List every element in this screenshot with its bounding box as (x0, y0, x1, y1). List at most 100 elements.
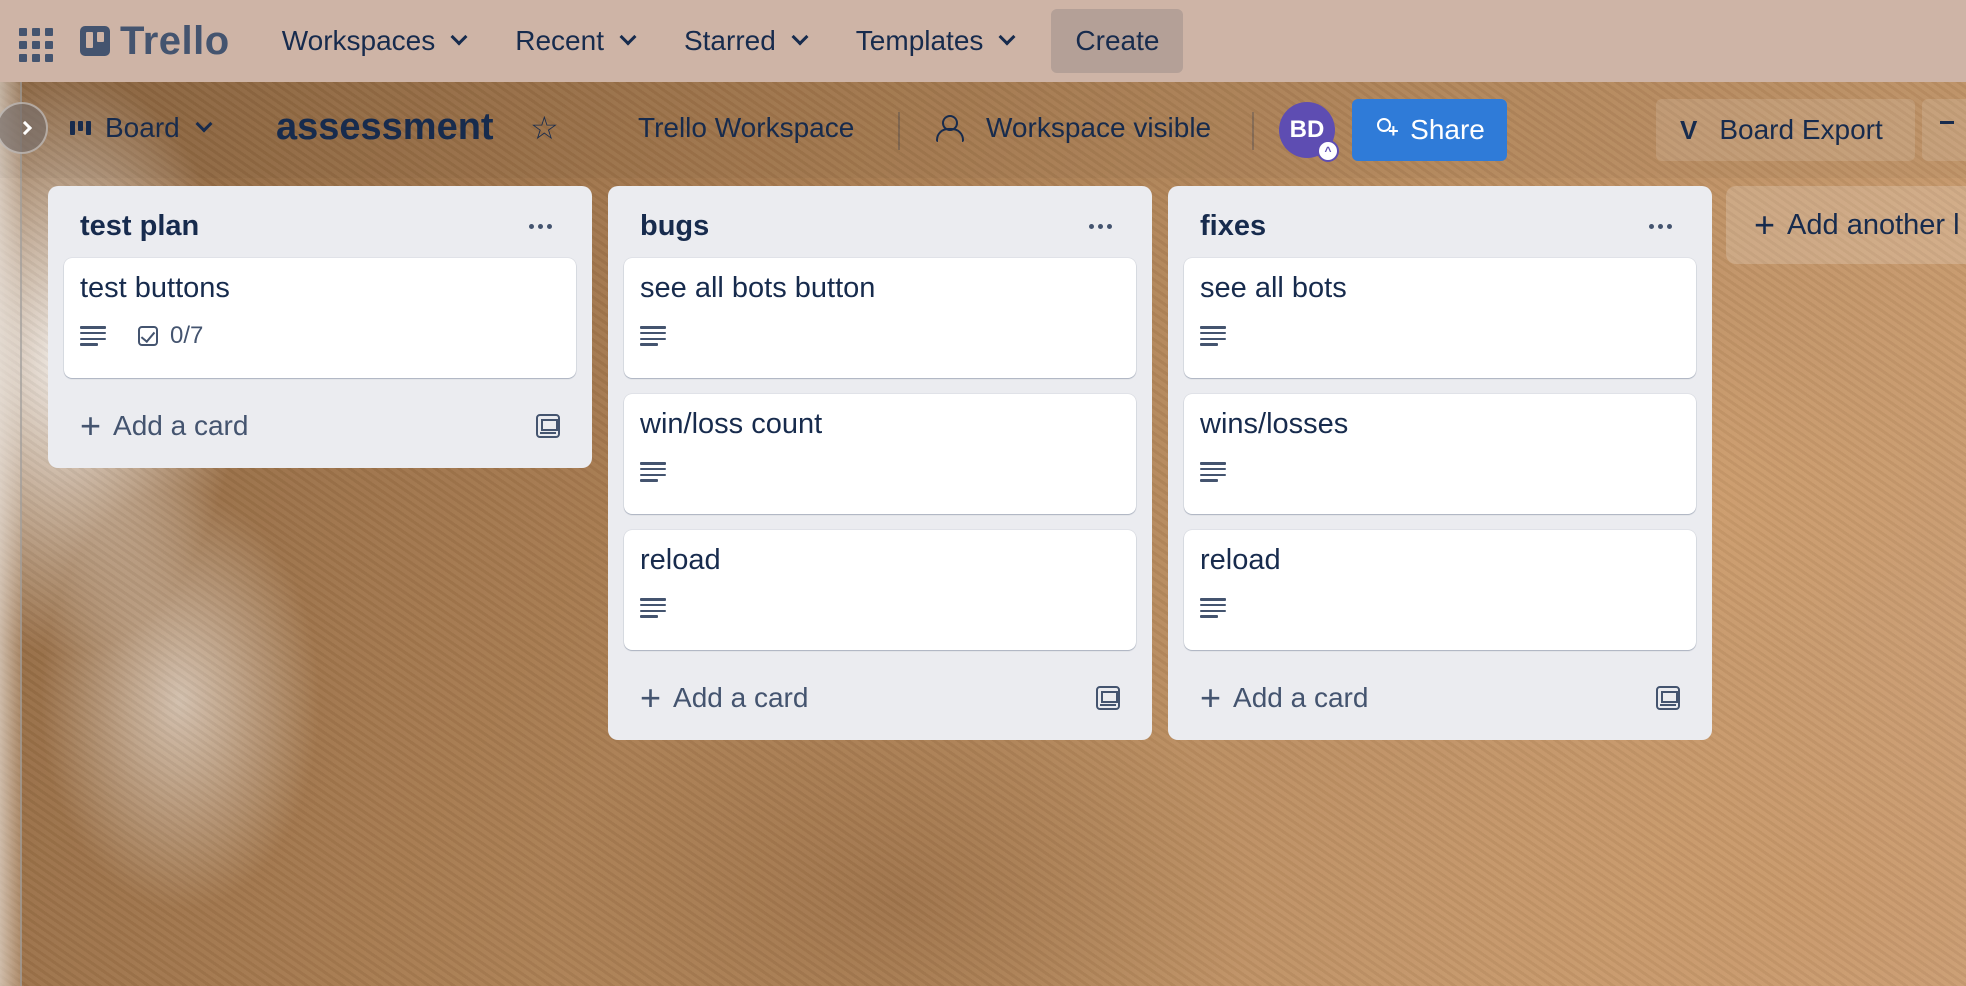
card-title: see all bots button (640, 272, 876, 304)
workspace-name-button[interactable]: Trello Workspace (638, 112, 854, 144)
nav-templates[interactable]: Templates (840, 9, 1030, 73)
board-header: Board assessment ☆ Trello Workspace Work… (0, 82, 1966, 178)
chevron-down-icon (998, 28, 1016, 46)
share-label: Share (1410, 114, 1485, 145)
board-export-button[interactable]: V Board Export (1656, 99, 1915, 161)
expand-sidebar-button[interactable] (0, 102, 48, 154)
nav-starred[interactable]: Starred (668, 9, 822, 73)
checklist-count: 0/7 (170, 322, 204, 349)
checklist-icon (138, 326, 158, 346)
list-fixes: fixes see all bots wins/losses reload + … (1168, 186, 1712, 740)
share-button[interactable]: Share (1352, 99, 1507, 161)
chevron-right-icon (17, 120, 33, 136)
divider (1252, 112, 1254, 150)
logo-text: Trello (120, 18, 230, 63)
add-card-label: Add a card (1233, 682, 1369, 713)
board-view-switcher[interactable]: Board (70, 102, 213, 154)
nav-starred-label: Starred (683, 25, 776, 56)
share-person-add-icon (1374, 118, 1399, 142)
add-card-row: + Add a card (624, 666, 1136, 730)
more-dots-icon[interactable] (529, 223, 560, 229)
trello-logo[interactable]: Trello (80, 19, 230, 64)
card[interactable]: wins/losses (1184, 394, 1696, 514)
avatar-initials: BD (1289, 116, 1325, 143)
list-title[interactable]: bugs (640, 210, 709, 243)
card-title: test buttons (80, 272, 230, 304)
card-badges (640, 321, 1120, 351)
template-icon[interactable] (536, 414, 560, 438)
divider (898, 112, 900, 150)
plus-icon: + (80, 405, 102, 446)
visibility-label: Workspace visible (986, 112, 1212, 143)
more-dots-icon[interactable] (1089, 223, 1120, 229)
plus-icon: + (1200, 677, 1222, 718)
description-icon (640, 326, 666, 346)
checklist-badge: 0/7 (138, 322, 203, 350)
card-badges (640, 593, 1120, 623)
admin-badge-icon: ^ (1317, 140, 1339, 162)
list-header[interactable]: bugs (624, 202, 1136, 250)
board-menu-button[interactable] (1922, 99, 1966, 161)
template-icon[interactable] (1096, 686, 1120, 710)
list-bugs: bugs see all bots button win/loss count … (608, 186, 1152, 740)
nav-recent-label: Recent (515, 25, 604, 56)
board-export-icon: V (1680, 114, 1698, 145)
people-icon (934, 115, 964, 142)
card-title: wins/losses (1200, 408, 1349, 440)
description-icon (1200, 598, 1226, 618)
add-list-button[interactable]: + Add another l (1726, 186, 1966, 264)
board-view-label: Board (105, 112, 180, 143)
chevron-down-icon (619, 28, 637, 46)
card[interactable]: reload (624, 530, 1136, 650)
add-card-button[interactable]: + Add a card (640, 680, 808, 716)
card[interactable]: see all bots button (624, 258, 1136, 378)
description-icon (640, 462, 666, 482)
description-icon (1200, 326, 1226, 346)
visibility-button[interactable]: Workspace visible (934, 112, 1211, 144)
menu-icon (1940, 121, 1954, 124)
apps-grid-icon[interactable] (14, 23, 53, 62)
star-icon[interactable]: ☆ (530, 112, 559, 144)
card[interactable]: see all bots (1184, 258, 1696, 378)
card[interactable]: test buttons 0/7 (64, 258, 576, 378)
avatar[interactable]: BD ^ (1279, 102, 1339, 162)
card-badges: 0/7 (80, 321, 560, 351)
board-view-icon (70, 121, 91, 135)
nav-workspaces[interactable]: Workspaces (266, 9, 482, 73)
add-card-button[interactable]: + Add a card (80, 408, 248, 444)
more-dots-icon[interactable] (1649, 223, 1680, 229)
board-title[interactable]: assessment (276, 106, 494, 149)
add-card-row: + Add a card (64, 394, 576, 458)
nav-templates-label: Templates (855, 25, 984, 56)
list-title[interactable]: fixes (1200, 210, 1266, 243)
chevron-down-icon (791, 28, 809, 46)
description-icon (640, 598, 666, 618)
add-card-label: Add a card (113, 410, 249, 441)
card-title: win/loss count (640, 408, 823, 440)
create-button[interactable]: Create (1051, 9, 1184, 73)
chevron-down-icon (195, 115, 213, 133)
card[interactable]: win/loss count (624, 394, 1136, 514)
card-badges (640, 457, 1120, 487)
add-list-label: Add another l (1787, 208, 1960, 241)
add-card-button[interactable]: + Add a card (1200, 680, 1368, 716)
card[interactable]: reload (1184, 530, 1696, 650)
top-navigation: Trello Workspaces Recent Starred Templat… (0, 0, 1966, 82)
add-card-row: + Add a card (1184, 666, 1696, 730)
sidebar-edge (0, 82, 22, 986)
chevron-down-icon (450, 28, 468, 46)
list-test-plan: test plan test buttons 0/7 + Add a card (48, 186, 592, 468)
board-export-label: Board Export (1719, 114, 1883, 145)
trello-logo-icon (80, 26, 110, 56)
list-title[interactable]: test plan (80, 210, 199, 243)
description-icon (1200, 462, 1226, 482)
card-badges (1200, 321, 1680, 351)
plus-icon: + (640, 677, 662, 718)
list-header[interactable]: fixes (1184, 202, 1696, 250)
card-title: reload (1200, 544, 1281, 576)
plus-icon: + (1754, 204, 1776, 245)
nav-workspaces-label: Workspaces (281, 25, 436, 56)
nav-recent[interactable]: Recent (499, 9, 650, 73)
template-icon[interactable] (1656, 686, 1680, 710)
list-header[interactable]: test plan (64, 202, 576, 250)
